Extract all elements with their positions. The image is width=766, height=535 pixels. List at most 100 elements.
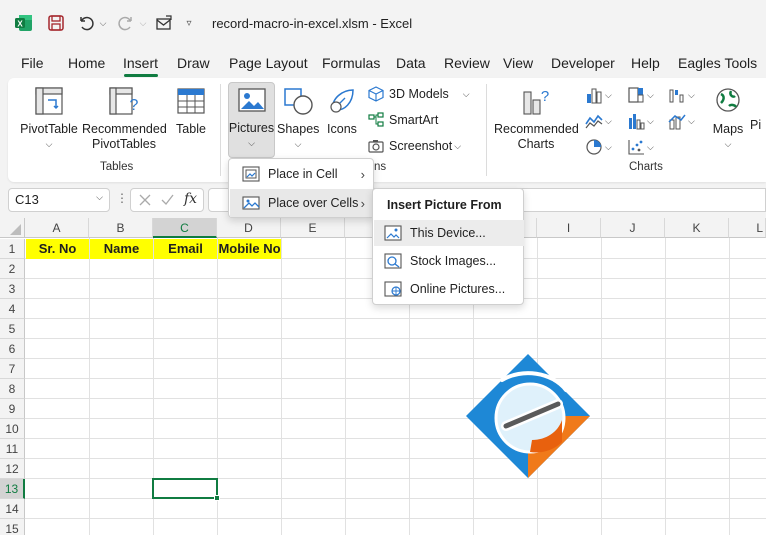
column-header-a[interactable]: A (25, 218, 89, 238)
row-header-9[interactable]: 9 (0, 399, 25, 419)
statistic-chart-button[interactable]: ⌵ (627, 112, 654, 130)
screenshot-button[interactable]: Screenshot ⌵ (368, 138, 461, 154)
row-header-5[interactable]: 5 (0, 319, 25, 339)
online-pictures-item[interactable]: Online Pictures... (374, 276, 524, 302)
gridline (25, 458, 766, 459)
chevron-right-icon: › (360, 195, 365, 211)
pivotchart-button[interactable]: Pi (750, 86, 766, 133)
pivottable-button[interactable]: PivotTable ⌵ (18, 86, 80, 152)
pictures-menu: Place in Cell › Place over Cells › (228, 158, 374, 218)
row-header-2[interactable]: 2 (0, 259, 25, 279)
row-header-10[interactable]: 10 (0, 419, 25, 439)
this-device-item[interactable]: This Device... (374, 220, 524, 246)
place-over-cells-item[interactable]: Place over Cells › (230, 189, 373, 217)
chevron-down-icon[interactable]: ⌵ (96, 192, 103, 203)
column-header-d[interactable]: D (217, 218, 281, 238)
customize-toolbar-icon[interactable]: ▿ (182, 11, 196, 35)
tab-formulas[interactable]: Formulas (322, 55, 380, 71)
column-header-j[interactable]: J (601, 218, 665, 238)
name-box[interactable]: C13 ⌵ (8, 188, 110, 212)
3d-models-button[interactable]: 3D Models ⌵ (368, 86, 470, 102)
row-header-8[interactable]: 8 (0, 379, 25, 399)
column-header-c[interactable]: C (153, 218, 217, 238)
chevron-down-icon: ⌵ (294, 139, 302, 149)
tab-home[interactable]: Home (68, 55, 105, 71)
tab-insert[interactable]: Insert (123, 55, 158, 71)
chevron-down-icon: ⌵ (647, 89, 654, 100)
tab-page-layout[interactable]: Page Layout (229, 55, 308, 71)
tab-data[interactable]: Data (396, 55, 426, 71)
column-header-e[interactable]: E (281, 218, 345, 238)
pivottable-label: PivotTable (20, 122, 78, 136)
undo-dropdown-icon[interactable]: ⌵ (97, 11, 109, 35)
select-all-corner[interactable] (0, 218, 25, 238)
smartart-label: SmartArt (389, 113, 439, 127)
row-header-1[interactable]: 1 (0, 239, 25, 259)
cancel-icon[interactable] (139, 194, 151, 206)
enter-check-icon[interactable] (161, 194, 174, 206)
redo-dropdown-icon[interactable]: ⌵ (137, 11, 149, 35)
combo-chart-button[interactable]: ⌵ (668, 112, 695, 130)
row-header-15[interactable]: 15 (0, 519, 25, 535)
cell-d1[interactable]: Mobile No (218, 239, 281, 259)
combo-chart-icon (668, 114, 686, 130)
cell-b1[interactable]: Name (90, 239, 153, 259)
column-header-k[interactable]: K (665, 218, 729, 238)
scatter-chart-icon (628, 140, 644, 155)
hierarchy-chart-icon (628, 87, 644, 103)
svg-text:?: ? (541, 88, 549, 105)
chevron-down-icon: ⌵ (605, 141, 612, 152)
pie-chart-button[interactable]: ⌵ (585, 138, 612, 156)
scatter-chart-button[interactable]: ⌵ (627, 138, 654, 156)
column-header-i[interactable]: I (537, 218, 601, 238)
eagles-logo-image[interactable] (462, 350, 594, 482)
tab-view[interactable]: View (503, 55, 533, 71)
row-header-3[interactable]: 3 (0, 279, 25, 299)
this-device-label: This Device... (410, 226, 486, 240)
recommended-charts-button[interactable]: ? Recommended Charts (494, 86, 579, 152)
tab-draw[interactable]: Draw (177, 55, 210, 71)
selected-cell-c13[interactable] (152, 478, 218, 499)
tab-file[interactable]: File (21, 55, 44, 71)
row-header-7[interactable]: 7 (0, 359, 25, 379)
undo-icon[interactable] (74, 11, 98, 35)
redo-icon[interactable] (114, 11, 138, 35)
cell-a1[interactable]: Sr. No (26, 239, 89, 259)
row-header-11[interactable]: 11 (0, 439, 25, 459)
fill-handle[interactable] (214, 495, 220, 501)
title-bar: X ⌵ ⌵ ▿ record-macro-in-excel.xlsm - Exc… (0, 0, 766, 48)
place-in-cell-icon (242, 166, 260, 182)
insert-function-icon[interactable]: fx (184, 191, 197, 207)
shapes-button[interactable]: Shapes ⌵ (277, 86, 319, 152)
stock-images-item[interactable]: Stock Images... (374, 248, 524, 274)
row-header-14[interactable]: 14 (0, 499, 25, 519)
charts-group-label: Charts (629, 161, 663, 173)
row-header-12[interactable]: 12 (0, 459, 25, 479)
column-chart-button[interactable]: ⌵ (585, 86, 612, 104)
tab-developer[interactable]: Developer (551, 55, 615, 71)
column-header-l[interactable]: L (729, 218, 766, 238)
save-icon[interactable] (44, 11, 68, 35)
pictures-button-content[interactable]: Pictures ⌵ (228, 86, 275, 151)
waterfall-chart-button[interactable]: ⌵ (668, 86, 695, 104)
row-header-4[interactable]: 4 (0, 299, 25, 319)
cell-c1[interactable]: Email (154, 239, 217, 259)
icons-button[interactable]: Icons (322, 86, 362, 137)
tab-eagles-tools[interactable]: Eagles Tools (678, 55, 757, 71)
row-header-6[interactable]: 6 (0, 339, 25, 359)
recommended-charts-icon: ? (523, 88, 549, 115)
tab-help[interactable]: Help (631, 55, 660, 71)
email-icon[interactable] (152, 11, 176, 35)
table-button[interactable]: Table (168, 86, 214, 137)
row-header-13[interactable]: 13 (0, 479, 25, 499)
smartart-button[interactable]: SmartArt (368, 112, 438, 128)
gridline (281, 238, 282, 535)
recommended-pivottables-button[interactable]: ? Recommended PivotTables (82, 86, 167, 152)
hierarchy-chart-button[interactable]: ⌵ (627, 86, 654, 104)
tab-review[interactable]: Review (444, 55, 490, 71)
line-chart-button[interactable]: ⌵ (585, 112, 612, 130)
more-options-icon[interactable]: ⋮ (116, 191, 128, 205)
place-in-cell-item[interactable]: Place in Cell › (230, 160, 373, 188)
maps-button[interactable]: Maps ⌵ (708, 86, 748, 152)
column-header-b[interactable]: B (89, 218, 153, 238)
